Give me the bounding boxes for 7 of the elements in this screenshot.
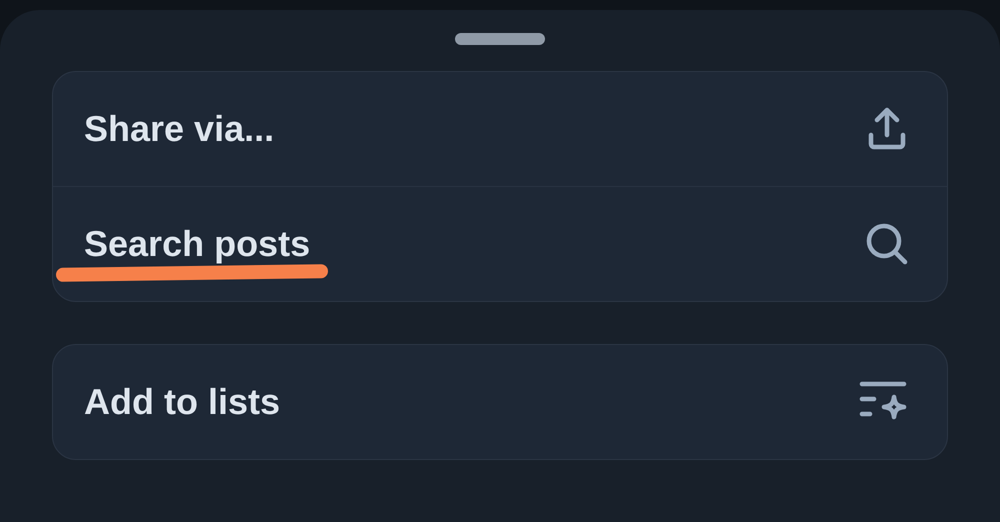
menu-item[interactable]: Search posts [53,187,947,301]
drag-handle[interactable] [455,33,545,45]
menu-item-label: Add to lists [84,381,280,423]
menu-item[interactable]: Add to lists [53,345,947,459]
menu-item-label: Search posts [84,223,310,265]
menu-item[interactable]: Share via... [53,72,947,186]
menu-item-label: Share via... [84,108,274,150]
